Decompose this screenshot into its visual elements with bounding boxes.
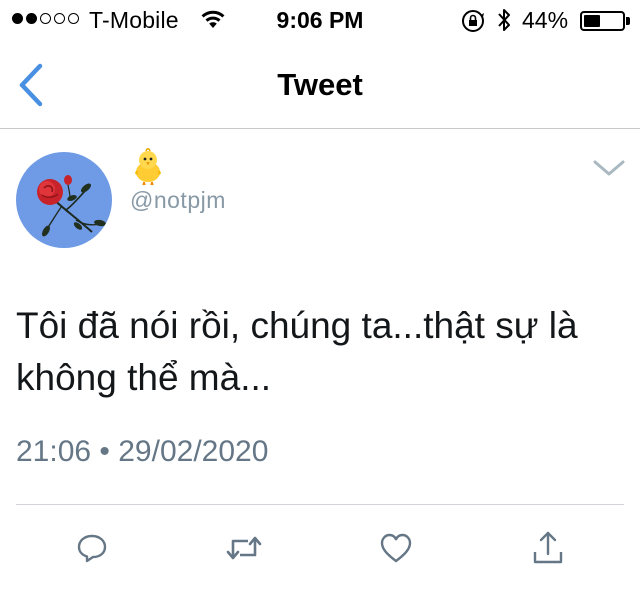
chevron-down-icon: [593, 160, 625, 176]
tweet-timestamp: 21:06 • 29/02/2020: [16, 435, 269, 468]
battery-tip: [626, 17, 630, 25]
divider: [16, 504, 624, 505]
more-options-button[interactable]: [592, 158, 626, 183]
chick-emoji-icon: [135, 148, 161, 186]
nav-bar: Tweet: [0, 40, 640, 129]
rose-icon: [16, 152, 112, 248]
tweet-text: Tôi đã nói rồi, chúng ta...thật sự là kh…: [16, 305, 578, 398]
retweet-icon: [226, 536, 262, 560]
share-icon: [533, 531, 563, 564]
avatar[interactable]: [16, 152, 112, 248]
page-title: Tweet: [277, 67, 363, 102]
bluetooth-icon: [498, 9, 510, 31]
heart-icon: [380, 533, 412, 563]
reply-button[interactable]: [72, 528, 112, 568]
status-bar: T-Mobile 9:06 PM 44%: [0, 0, 640, 40]
user-handle[interactable]: @notpjm: [130, 187, 226, 214]
like-button[interactable]: [376, 528, 416, 568]
share-button[interactable]: [528, 528, 568, 568]
rotation-lock-icon: [462, 10, 484, 32]
battery-icon: [580, 11, 625, 31]
reply-icon: [77, 534, 107, 563]
battery-percentage: 44%: [522, 7, 569, 33]
retweet-button[interactable]: [224, 528, 264, 568]
